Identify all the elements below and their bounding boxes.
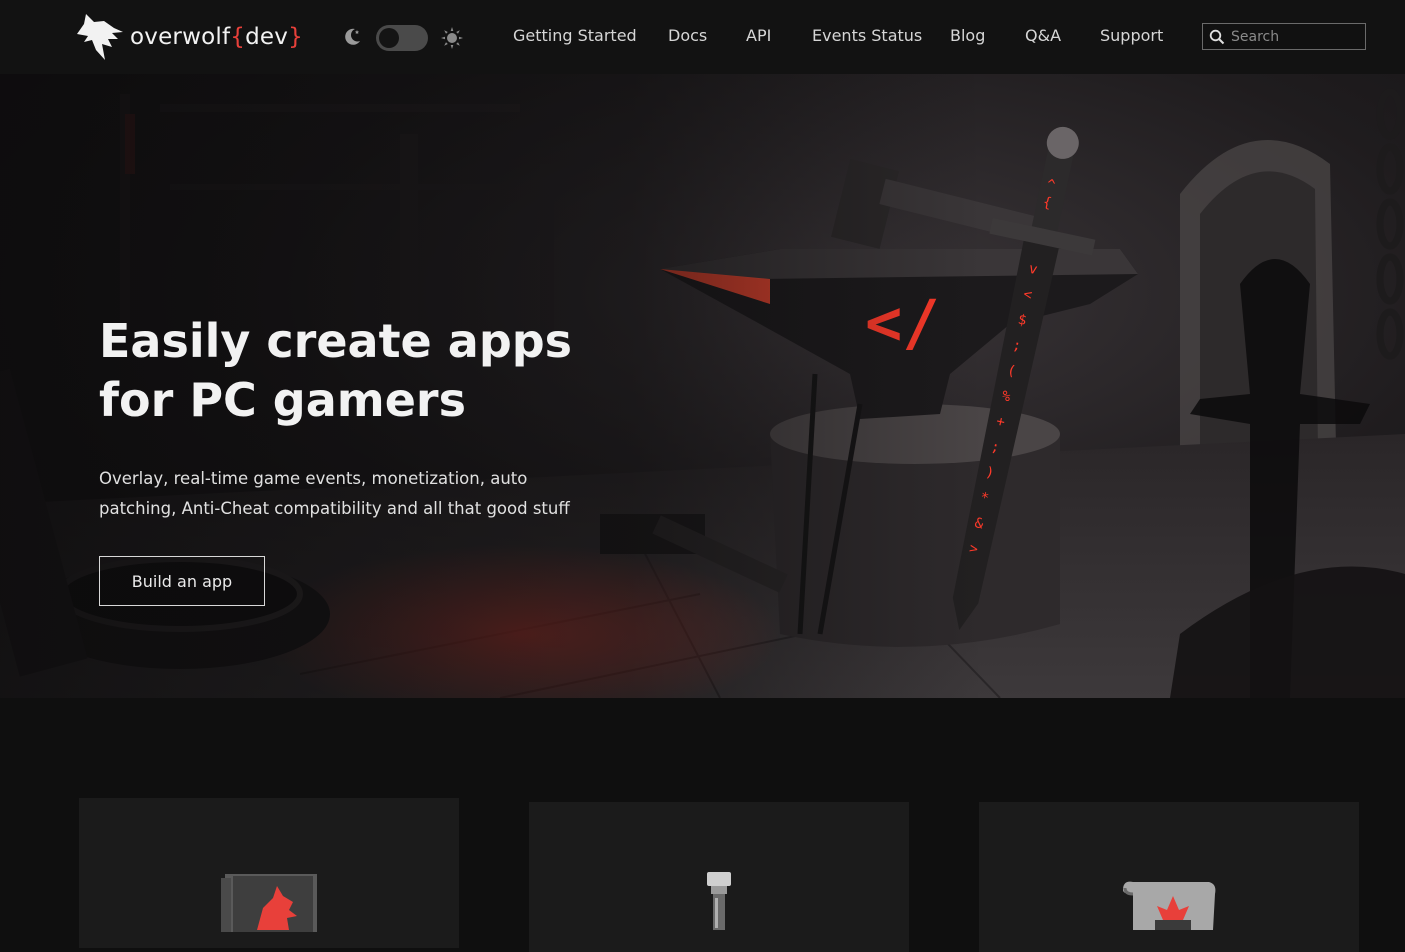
nav-api[interactable]: API [746, 25, 771, 47]
hero-subtitle-line-1: Overlay, real-time game events, monetiza… [99, 469, 528, 488]
bottle-icon [707, 872, 731, 930]
nav-events-status[interactable]: Events Status [812, 25, 922, 47]
search-box[interactable] [1202, 23, 1366, 50]
search-icon [1209, 29, 1225, 44]
nav-getting-started[interactable]: Getting Started [513, 25, 637, 47]
scroll-icon [1123, 881, 1216, 930]
nav-docs[interactable]: Docs [668, 25, 707, 47]
hero-section: </ ^{ v< $; (% +; )* &> [0, 74, 1405, 698]
wolf-logo-icon [77, 14, 123, 60]
logo-brand-name: overwolf [130, 24, 231, 50]
build-an-app-button[interactable]: Build an app [99, 556, 265, 606]
logo-bracket-close: } [288, 24, 303, 50]
feature-card-3[interactable] [979, 802, 1359, 952]
wolf-book-icon [221, 874, 317, 932]
logo-wordmark: overwolf{dev} [130, 24, 303, 50]
nav-support[interactable]: Support [1100, 25, 1163, 47]
toggle-knob [379, 28, 399, 48]
moon-icon [345, 28, 360, 45]
theme-toggle-switch[interactable] [376, 25, 428, 51]
sun-icon [441, 27, 463, 49]
overwolf-dev-logo[interactable]: overwolf{dev} [74, 12, 304, 62]
logo-suffix: dev [245, 24, 289, 50]
hero-title-line-2: for PC gamers [99, 373, 466, 427]
hero-subtitle-line-2: patching, Anti-Cheat compatibility and a… [99, 499, 570, 518]
top-navigation: overwolf{dev} Getting Started Docs API E… [0, 0, 1405, 74]
search-input[interactable] [1231, 28, 1357, 45]
hero-title: Easily create apps for PC gamers [99, 312, 619, 430]
hero-title-line-1: Easily create apps [99, 314, 573, 368]
hero-subtitle: Overlay, real-time game events, monetiza… [99, 464, 570, 524]
feature-card-2[interactable] [529, 802, 909, 952]
logo-bracket-open: { [230, 24, 246, 50]
nav-blog[interactable]: Blog [950, 25, 985, 47]
feature-card-1[interactable] [79, 798, 459, 948]
nav-qa[interactable]: Q&A [1025, 25, 1061, 47]
